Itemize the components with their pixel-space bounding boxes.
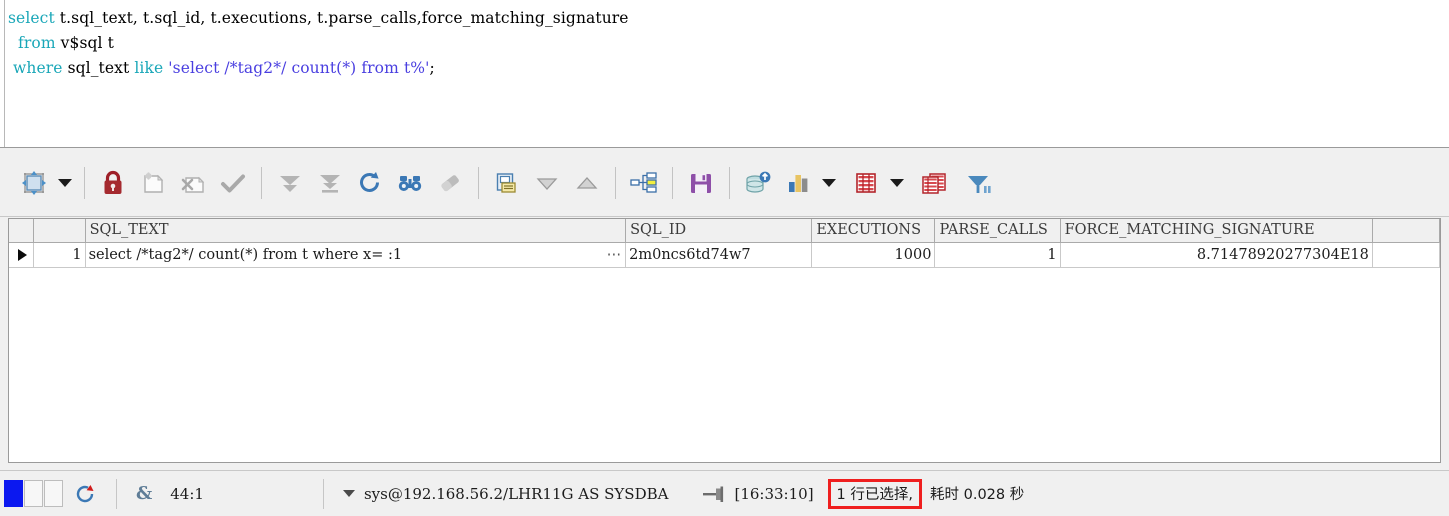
copy-table-icon[interactable] bbox=[914, 161, 954, 205]
execution-timestamp: [16:33:10] bbox=[734, 484, 814, 503]
commit-check-icon[interactable] bbox=[213, 161, 253, 205]
header-sql-id[interactable]: SQL_ID bbox=[625, 219, 813, 243]
header-marker[interactable] bbox=[9, 219, 34, 243]
sql-editor-gutter bbox=[0, 0, 5, 147]
empty-row bbox=[9, 417, 1440, 442]
empty-row bbox=[9, 392, 1440, 417]
fetch-next-page-icon[interactable] bbox=[270, 161, 310, 205]
chevron-down-icon[interactable] bbox=[54, 161, 76, 205]
status-box-3 bbox=[44, 480, 63, 507]
cell-overflow-ellipsis-icon[interactable]: ⋯ bbox=[601, 247, 623, 263]
pin-icon[interactable] bbox=[692, 471, 734, 516]
sql-keyword-select: select bbox=[8, 9, 55, 27]
rows-selected-badge: 1 行已选择, bbox=[827, 478, 922, 509]
row-current-marker[interactable] bbox=[9, 242, 34, 268]
refresh-icon[interactable] bbox=[350, 161, 390, 205]
empty-row bbox=[9, 267, 1440, 292]
toolbar-separator-6 bbox=[729, 166, 730, 199]
single-record-view-icon[interactable] bbox=[487, 161, 527, 205]
sql-line2-body: v$sql t bbox=[55, 34, 114, 52]
toolbar-separator-1 bbox=[84, 166, 85, 199]
cell-tail bbox=[1372, 242, 1440, 268]
results-table-head: SQL_TEXT SQL_ID EXECUTIONS PARSE_CALLS F… bbox=[9, 219, 1440, 243]
toolbar-separator-5 bbox=[672, 166, 673, 199]
connection-info[interactable]: sys@192.168.56.2/LHR11G AS SYSDBA bbox=[364, 471, 693, 516]
cell-sql-text[interactable]: select /*tag2*/ count(*) from t where x=… bbox=[85, 242, 627, 268]
results-table: SQL_TEXT SQL_ID EXECUTIONS PARSE_CALLS F… bbox=[9, 219, 1440, 442]
cursor-position: 44:1 bbox=[170, 484, 204, 503]
database-upload-icon[interactable] bbox=[738, 161, 778, 205]
results-data-grid[interactable]: SQL_TEXT SQL_ID EXECUTIONS PARSE_CALLS F… bbox=[8, 218, 1441, 463]
cell-sql-id[interactable]: 2m0ncs6td74w7 bbox=[625, 242, 813, 268]
status-separator-2 bbox=[322, 478, 324, 509]
sql-string-literal: 'select /*tag2*/ count(*) from t%' bbox=[168, 59, 430, 77]
results-toolbar bbox=[0, 149, 1449, 217]
cell-sql-text-value: select /*tag2*/ count(*) from t where x=… bbox=[88, 246, 403, 263]
sql-editor-pane[interactable]: select t.sql_text, t.sql_id, t.execution… bbox=[0, 0, 1449, 148]
cell-force-matching-signature[interactable]: 8.71478920277304E18 bbox=[1060, 242, 1373, 268]
empty-row bbox=[9, 292, 1440, 317]
status-box-active bbox=[4, 480, 23, 507]
new-record-icon[interactable] bbox=[133, 161, 173, 205]
rollback-indicator[interactable] bbox=[64, 471, 106, 516]
sql-keyword-where: where bbox=[8, 59, 63, 77]
rows-selected-text: 1 行已选择, bbox=[836, 486, 913, 503]
current-row-arrow-icon bbox=[18, 248, 27, 261]
table-grid-icon[interactable] bbox=[846, 161, 886, 205]
grid-layout-icon[interactable] bbox=[14, 161, 54, 205]
header-executions[interactable]: EXECUTIONS bbox=[811, 219, 936, 243]
cell-executions[interactable]: 1000 bbox=[811, 242, 936, 268]
filter-funnel-icon[interactable] bbox=[960, 161, 1000, 205]
empty-row bbox=[9, 317, 1440, 342]
status-bar: & 44:1 sys@192.168.56.2/LHR11G AS SYSDBA… bbox=[0, 470, 1449, 516]
save-floppy-icon[interactable] bbox=[681, 161, 721, 205]
header-tail[interactable] bbox=[1372, 219, 1440, 243]
row-number-cell: 1 bbox=[33, 242, 86, 268]
empty-row bbox=[9, 342, 1440, 367]
chevron-down-icon-2[interactable] bbox=[818, 161, 840, 205]
sql-line1-body: t.sql_text, t.sql_id, t.executions, t.pa… bbox=[54, 9, 629, 27]
header-parse-calls[interactable]: PARSE_CALLS bbox=[934, 219, 1061, 243]
status-separator-1 bbox=[116, 478, 117, 509]
toolbar-separator-3 bbox=[478, 166, 479, 199]
lock-icon[interactable] bbox=[93, 161, 133, 205]
table-row[interactable]: 1 select /*tag2*/ count(*) from t where … bbox=[9, 242, 1440, 268]
header-rownum[interactable] bbox=[33, 219, 86, 243]
status-box-2 bbox=[24, 480, 43, 507]
toolbar-separator-4 bbox=[615, 166, 616, 199]
header-sql-text[interactable]: SQL_TEXT bbox=[85, 219, 627, 243]
delete-record-icon[interactable] bbox=[173, 161, 213, 205]
sql-keyword-from: from bbox=[8, 34, 56, 52]
table-header-row: SQL_TEXT SQL_ID EXECUTIONS PARSE_CALLS F… bbox=[9, 219, 1440, 243]
toolbar-separator-2 bbox=[261, 166, 262, 199]
cell-parse-calls[interactable]: 1 bbox=[934, 242, 1061, 268]
sort-ascending-icon[interactable] bbox=[567, 161, 607, 205]
connection-dropdown-caret[interactable] bbox=[334, 471, 364, 516]
eraser-icon[interactable] bbox=[430, 161, 470, 205]
fetch-last-page-icon[interactable] bbox=[310, 161, 350, 205]
empty-row bbox=[9, 367, 1440, 392]
chevron-down-icon-3[interactable] bbox=[886, 161, 908, 205]
sitemap-icon[interactable] bbox=[624, 161, 664, 205]
status-indicator-boxes bbox=[4, 480, 64, 507]
sql-line3-column: sql_text bbox=[62, 59, 135, 77]
header-force-matching-signature[interactable]: FORCE_MATCHING_SIGNATURE bbox=[1060, 219, 1373, 243]
sql-editor-textarea[interactable]: select t.sql_text, t.sql_id, t.execution… bbox=[8, 6, 629, 81]
binoculars-search-icon[interactable] bbox=[390, 161, 430, 205]
sql-keyword-like: like bbox=[134, 59, 164, 77]
results-table-body: 1 select /*tag2*/ count(*) from t where … bbox=[9, 242, 1440, 442]
sort-descending-icon[interactable] bbox=[527, 161, 567, 205]
chevron-down-icon-connection bbox=[342, 490, 355, 497]
bar-chart-icon[interactable] bbox=[778, 161, 818, 205]
sql-semicolon: ; bbox=[429, 59, 435, 77]
substitution-variable-icon: & bbox=[136, 483, 153, 504]
elapsed-time-text: 耗时 0.028 秒 bbox=[930, 487, 1025, 503]
